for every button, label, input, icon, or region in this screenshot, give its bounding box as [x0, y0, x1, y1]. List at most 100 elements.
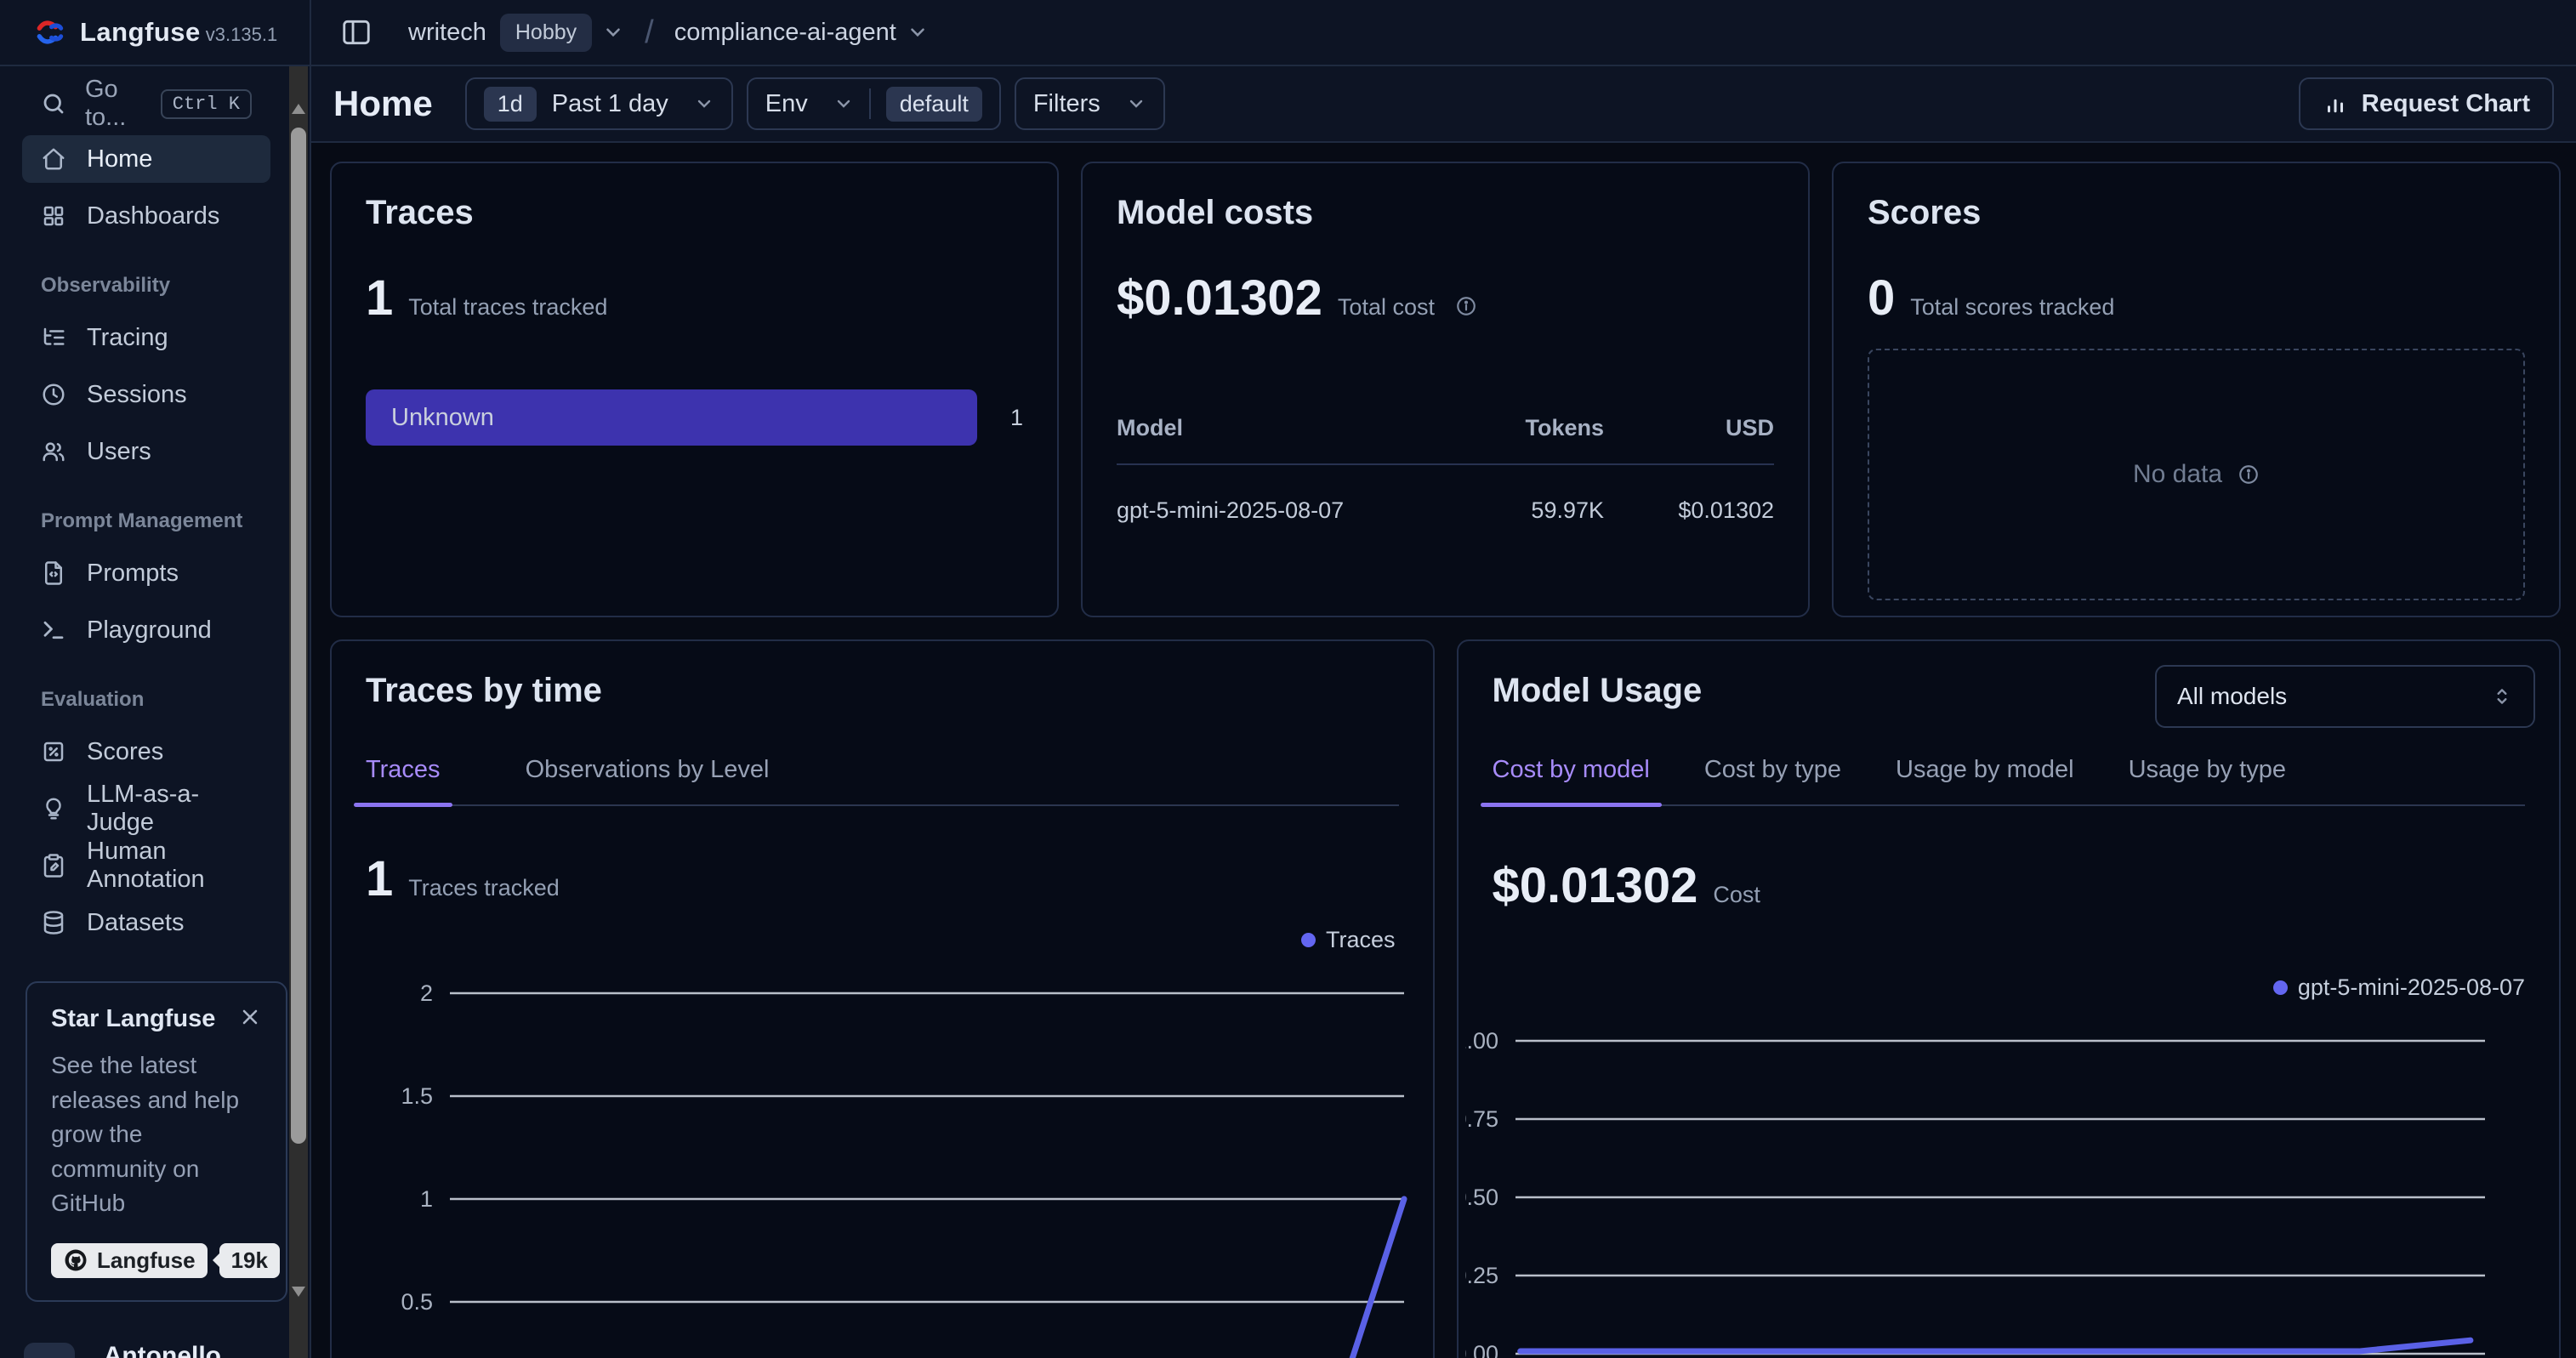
col-header: Model — [1117, 415, 1383, 441]
model-costs-total: $0.01302 — [1117, 270, 1322, 327]
terminal-icon — [41, 617, 66, 643]
sidebar-item-sessions[interactable]: Sessions — [22, 371, 270, 418]
sidebar-item-label: Dashboards — [87, 202, 219, 230]
list-tree-icon — [41, 325, 66, 350]
database-icon — [41, 910, 66, 935]
request-chart-label: Request Chart — [2362, 90, 2530, 118]
traces-total-label: Total traces tracked — [408, 294, 607, 321]
user-menu[interactable]: AZ Antonello Zanini — [24, 1320, 284, 1358]
sidebar-item-playground[interactable]: Playground — [22, 606, 270, 654]
sidebar-toggle-icon[interactable] — [340, 16, 372, 48]
page-toolbar: Home 1d Past 1 day Env default Filters — [311, 66, 2576, 143]
sidebar-item-label: Prompts — [87, 560, 179, 588]
lightbulb-icon — [41, 796, 66, 821]
tokens-cell: 59.97K — [1383, 497, 1604, 524]
tab-usage-by-type[interactable]: Usage by type — [2129, 756, 2286, 804]
section-observability: Observability — [22, 274, 270, 298]
tab-cost-by-model[interactable]: Cost by model — [1493, 756, 1650, 804]
goto-search[interactable]: Go to... Ctrl K — [22, 82, 270, 125]
scroll-up-arrow[interactable] — [292, 104, 305, 114]
env-value-chip: default — [886, 87, 982, 122]
avatar: AZ — [24, 1343, 75, 1358]
clipboard-pen-icon — [41, 853, 66, 878]
filters-chevron-down-icon — [1126, 94, 1146, 114]
time-range-label: Past 1 day — [552, 90, 668, 118]
user-name: Antonello Zanini — [104, 1342, 221, 1358]
time-range-chip: 1d — [484, 87, 537, 122]
chevrons-up-down-icon — [2491, 685, 2513, 707]
close-icon[interactable] — [238, 1005, 262, 1029]
traces-by-time-chart: 21.510.5 — [354, 969, 1417, 1358]
legend-label: gpt-5-mini-2025-08-07 — [2298, 974, 2525, 1001]
breadcrumb: writech Hobby / compliance-ai-agent — [311, 0, 2576, 65]
sidebar-item-label: Playground — [87, 616, 212, 645]
sidebar-item-tracing[interactable]: Tracing — [22, 314, 270, 361]
legend-dot — [1301, 933, 1316, 947]
tab-traces[interactable]: Traces — [366, 756, 441, 804]
filters-button[interactable]: Filters — [1015, 77, 1165, 130]
model-usage-card: Model Usage All models Cost by model Cos… — [1457, 639, 2562, 1358]
svg-text:$0.00: $0.00 — [1465, 1341, 1498, 1358]
svg-text:$0.75: $0.75 — [1465, 1106, 1498, 1132]
traces-card: Traces 1 Total traces tracked Unknown 1 — [330, 162, 1059, 617]
info-icon[interactable] — [1455, 295, 1477, 317]
model-name-cell: gpt-5-mini-2025-08-07 — [1117, 497, 1383, 524]
breadcrumb-project[interactable]: compliance-ai-agent — [674, 19, 896, 47]
breadcrumb-org[interactable]: writech — [408, 19, 486, 47]
scores-total-label: Total scores tracked — [1910, 294, 2114, 321]
time-range-picker[interactable]: 1d Past 1 day — [465, 77, 733, 130]
sidebar-item-human-annotation[interactable]: Human Annotation — [22, 842, 270, 889]
sidebar-item-prompts[interactable]: Prompts — [22, 549, 270, 597]
org-chevron-down-icon[interactable] — [602, 21, 624, 43]
section-evaluation: Evaluation — [22, 688, 270, 712]
percent-square-icon — [41, 739, 66, 764]
svg-text:0.5: 0.5 — [401, 1289, 433, 1315]
langfuse-dashboard: Langfusev3.135.1 writech Hobby / complia… — [0, 0, 2576, 1358]
star-langfuse-card: Star Langfuse See the latest releases an… — [26, 981, 287, 1302]
sidebar-item-users[interactable]: Users — [22, 428, 270, 475]
sidebar-item-llm-judge[interactable]: LLM-as-a-Judge — [22, 785, 270, 832]
sidebar-item-label: Sessions — [87, 381, 187, 409]
info-icon[interactable] — [2238, 463, 2260, 486]
scores-card: Scores 0 Total scores tracked No data — [1832, 162, 2561, 617]
sidebar-item-label: Human Annotation — [87, 838, 252, 894]
scrollbar-thumb[interactable] — [291, 128, 306, 1144]
sidebar-item-datasets[interactable]: Datasets — [22, 899, 270, 946]
time-chevron-down-icon — [694, 94, 714, 114]
model-usage-chart: $1.00$0.75$0.50$0.25$0.00 — [1465, 1013, 2545, 1358]
table-row[interactable]: gpt-5-mini-2025-08-07 59.97K $0.01302 — [1117, 465, 1774, 524]
scores-title: Scores — [1868, 194, 2525, 232]
sidebar-item-label: Home — [87, 145, 152, 173]
github-star-button[interactable]: Langfuse — [51, 1243, 208, 1278]
sidebar-item-dashboards[interactable]: Dashboards — [22, 192, 270, 240]
scroll-down-arrow[interactable] — [292, 1287, 305, 1297]
app-version: v3.135.1 — [206, 24, 277, 45]
sidebar-item-label: Scores — [87, 738, 163, 766]
env-filter[interactable]: Env default — [747, 77, 1001, 130]
traces-bar[interactable]: Unknown — [366, 389, 977, 446]
no-data-label: No data — [2133, 460, 2222, 489]
sidebar-item-home[interactable]: Home — [22, 135, 270, 183]
project-chevron-down-icon[interactable] — [907, 21, 929, 43]
col-header: Tokens — [1383, 415, 1604, 441]
env-label: Env — [765, 90, 808, 118]
brand: Langfusev3.135.1 — [0, 0, 311, 65]
svg-text:1: 1 — [420, 1186, 433, 1212]
tab-observations-by-level[interactable]: Observations by Level — [526, 756, 770, 804]
dashboards-icon — [41, 203, 66, 229]
sidebar-scrollbar[interactable] — [289, 66, 308, 1358]
goto-shortcut: Ctrl K — [161, 89, 252, 119]
traces-bar-row: Unknown 1 — [366, 389, 1023, 446]
tab-cost-by-type[interactable]: Cost by type — [1704, 756, 1841, 804]
sidebar-item-scores[interactable]: Scores — [22, 728, 270, 776]
request-chart-button[interactable]: Request Chart — [2299, 77, 2554, 130]
model-select[interactable]: All models — [2155, 665, 2535, 728]
page-title: Home — [333, 83, 433, 124]
tab-usage-by-model[interactable]: Usage by model — [1896, 756, 2074, 804]
traces-card-title: Traces — [366, 194, 1023, 232]
scores-total: 0 — [1868, 270, 1895, 327]
model-costs-table: Model Tokens USD gpt-5-mini-2025-08-07 5… — [1117, 415, 1774, 524]
star-card-title: Star Langfuse — [51, 1005, 238, 1033]
model-select-value: All models — [2177, 683, 2481, 710]
svg-text:$1.00: $1.00 — [1465, 1028, 1498, 1054]
